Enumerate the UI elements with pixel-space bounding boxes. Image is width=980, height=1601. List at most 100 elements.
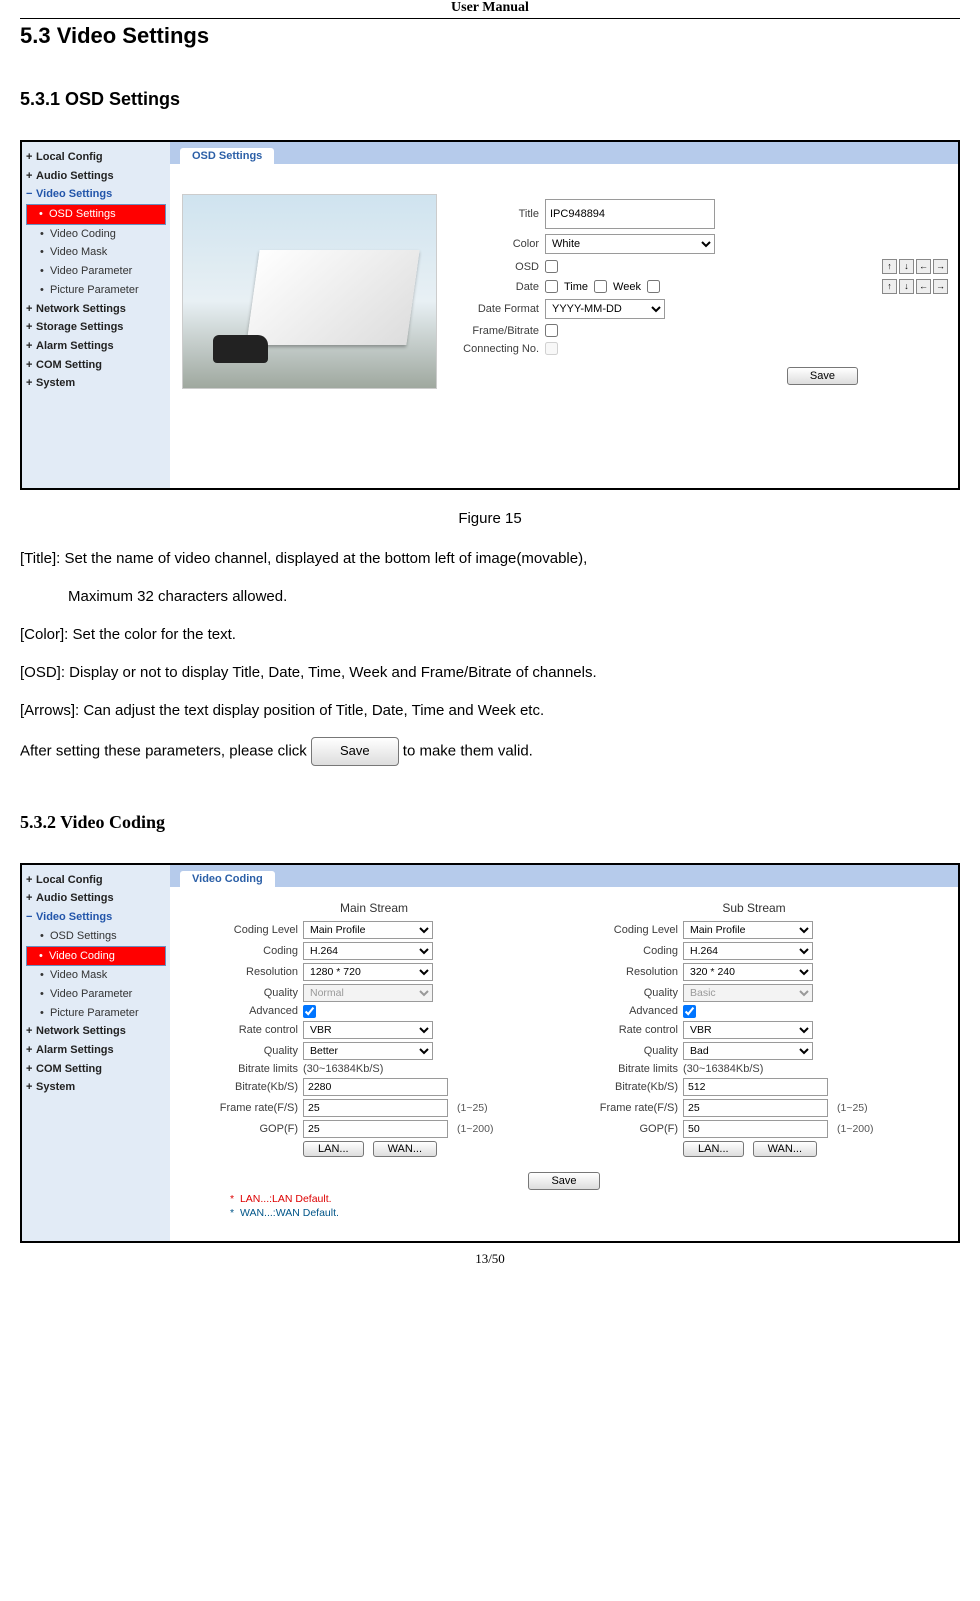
osd-checkbox[interactable]	[545, 260, 558, 273]
sub-rate-select[interactable]: VBR	[683, 1021, 813, 1039]
arrow-down-icon[interactable]: ↓	[899, 279, 914, 294]
week-label: Week	[613, 281, 641, 293]
arrow-right-icon[interactable]: →	[933, 279, 948, 294]
sub-quality2-select[interactable]: Bad	[683, 1042, 813, 1060]
sub-lan-button[interactable]: LAN...	[683, 1141, 744, 1157]
nav-local[interactable]: +Local Config	[26, 871, 166, 890]
main-bitrate-input[interactable]	[303, 1078, 448, 1096]
note-wan: WAN...:WAN Default.	[240, 1207, 339, 1219]
color-label: Color	[447, 238, 539, 250]
dateformat-select[interactable]: YYYY-MM-DD	[545, 299, 665, 319]
title-input[interactable]	[545, 199, 715, 229]
nav-alarm-settings[interactable]: +Alarm Settings	[26, 337, 166, 356]
main-rate-select[interactable]: VBR	[303, 1021, 433, 1039]
connecting-no-label: Connecting No.	[447, 343, 539, 355]
page-number: 13/50	[20, 1251, 960, 1267]
main-wan-button[interactable]: WAN...	[373, 1141, 437, 1157]
sub-gop-hint: (1~200)	[837, 1123, 873, 1135]
sub-bitrate-label: Bitrate(Kb/S)	[578, 1081, 678, 1093]
osd-screenshot: +Local Config +Audio Settings −Video Set…	[20, 140, 960, 490]
nav-video-settings[interactable]: −Video Settings	[26, 185, 166, 204]
osd-save-button[interactable]: Save	[787, 367, 858, 385]
week-checkbox[interactable]	[647, 280, 660, 293]
main-res-select[interactable]: 1280 * 720	[303, 963, 433, 981]
nav-video-coding[interactable]: •Video Coding	[26, 225, 166, 244]
nav-local-config[interactable]: +Local Config	[26, 148, 166, 167]
date-label: Date	[447, 281, 539, 293]
time-checkbox[interactable]	[594, 280, 607, 293]
framebitrate-checkbox[interactable]	[545, 324, 558, 337]
main-lan-button[interactable]: LAN...	[303, 1141, 364, 1157]
main-quality-label: Quality	[198, 987, 298, 999]
arrow-up-icon[interactable]: ↑	[882, 259, 897, 274]
main-adv-checkbox[interactable]	[303, 1005, 316, 1018]
nav-picture-parameter[interactable]: •Picture Parameter	[26, 1004, 166, 1023]
sub-frate-label: Frame rate(F/S)	[578, 1102, 678, 1114]
vc-save-button[interactable]: Save	[528, 1172, 599, 1190]
osd-tab-bar: OSD Settings	[170, 142, 958, 164]
save-button-illustration: Save	[311, 737, 399, 766]
vc-notes: * LAN...:LAN Default. * WAN...:WAN Defau…	[170, 1192, 958, 1221]
nav-system[interactable]: +System	[26, 374, 166, 393]
nav-osd-settings[interactable]: •OSD Settings	[26, 927, 166, 946]
date-checkbox[interactable]	[545, 280, 558, 293]
sub-stream-header: Sub Stream	[578, 901, 930, 915]
main-clevel-select[interactable]: Main Profile	[303, 921, 433, 939]
arrow-right-icon[interactable]: →	[933, 259, 948, 274]
nav-storage-settings[interactable]: +Storage Settings	[26, 318, 166, 337]
dateformat-label: Date Format	[447, 303, 539, 315]
main-frate-label: Frame rate(F/S)	[198, 1102, 298, 1114]
nav-com-setting[interactable]: +COM Setting	[26, 356, 166, 375]
osd-tab[interactable]: OSD Settings	[180, 148, 274, 164]
nav-network-settings[interactable]: +Network Settings	[26, 1022, 166, 1041]
main-coding-label: Coding	[198, 945, 298, 957]
nav-video-mask[interactable]: •Video Mask	[26, 966, 166, 985]
note-star: *	[230, 1193, 234, 1205]
sub-clevel-select[interactable]: Main Profile	[683, 921, 813, 939]
nav-audio-settings[interactable]: +Audio Settings	[26, 167, 166, 186]
main-quality-select: Normal	[303, 984, 433, 1002]
main-stream-col: Main Stream Coding LevelMain Profile Cod…	[198, 901, 550, 1160]
desc-arrows: [Arrows]: Can adjust the text display po…	[20, 699, 960, 723]
sub-gop-label: GOP(F)	[578, 1123, 678, 1135]
nav-video-parameter[interactable]: •Video Parameter	[26, 985, 166, 1004]
main-gop-label: GOP(F)	[198, 1123, 298, 1135]
nav-sidebar-vc: +Local Config +Audio Settings −Video Set…	[22, 865, 170, 1241]
nav-alarm-settings[interactable]: +Alarm Settings	[26, 1041, 166, 1060]
main-gop-input[interactable]	[303, 1120, 448, 1138]
main-quality2-label: Quality	[198, 1045, 298, 1057]
sub-res-select[interactable]: 320 * 240	[683, 963, 813, 981]
sub-coding-select[interactable]: H.264	[683, 942, 813, 960]
main-frate-input[interactable]	[303, 1099, 448, 1117]
arrow-down-icon[interactable]: ↓	[899, 259, 914, 274]
sub-gop-input[interactable]	[683, 1120, 828, 1138]
sub-frate-input[interactable]	[683, 1099, 828, 1117]
arrow-left-icon[interactable]: ←	[916, 259, 931, 274]
nav-video-mask[interactable]: •Video Mask	[26, 243, 166, 262]
osd-description-block: [Title]: Set the name of video channel, …	[20, 547, 960, 766]
vc-tab[interactable]: Video Coding	[180, 871, 275, 887]
nav-video-parameter[interactable]: •Video Parameter	[26, 262, 166, 281]
nav-system[interactable]: +System	[26, 1078, 166, 1097]
nav-audio[interactable]: +Audio Settings	[26, 889, 166, 908]
sub-adv-label: Advanced	[578, 1005, 678, 1017]
sub-adv-checkbox[interactable]	[683, 1005, 696, 1018]
sub-quality-select: Basic	[683, 984, 813, 1002]
sub-wan-button[interactable]: WAN...	[753, 1141, 817, 1157]
nav-video-coding-active[interactable]: •Video Coding	[26, 946, 166, 967]
sub-stream-col: Sub Stream Coding LevelMain Profile Codi…	[578, 901, 930, 1160]
sub-bitrate-input[interactable]	[683, 1078, 828, 1096]
arrow-left-icon[interactable]: ←	[916, 279, 931, 294]
nav-com-setting[interactable]: +COM Setting	[26, 1060, 166, 1079]
main-coding-select[interactable]: H.264	[303, 942, 433, 960]
sub-coding-label: Coding	[578, 945, 678, 957]
color-select[interactable]: White	[545, 234, 715, 254]
nav-osd-settings-active[interactable]: •OSD Settings	[26, 204, 166, 225]
connecting-no-checkbox[interactable]	[545, 342, 558, 355]
nav-video[interactable]: −Video Settings	[26, 908, 166, 927]
main-rate-label: Rate control	[198, 1024, 298, 1036]
arrow-up-icon[interactable]: ↑	[882, 279, 897, 294]
nav-picture-parameter[interactable]: •Picture Parameter	[26, 281, 166, 300]
nav-network-settings[interactable]: +Network Settings	[26, 300, 166, 319]
main-quality2-select[interactable]: Better	[303, 1042, 433, 1060]
